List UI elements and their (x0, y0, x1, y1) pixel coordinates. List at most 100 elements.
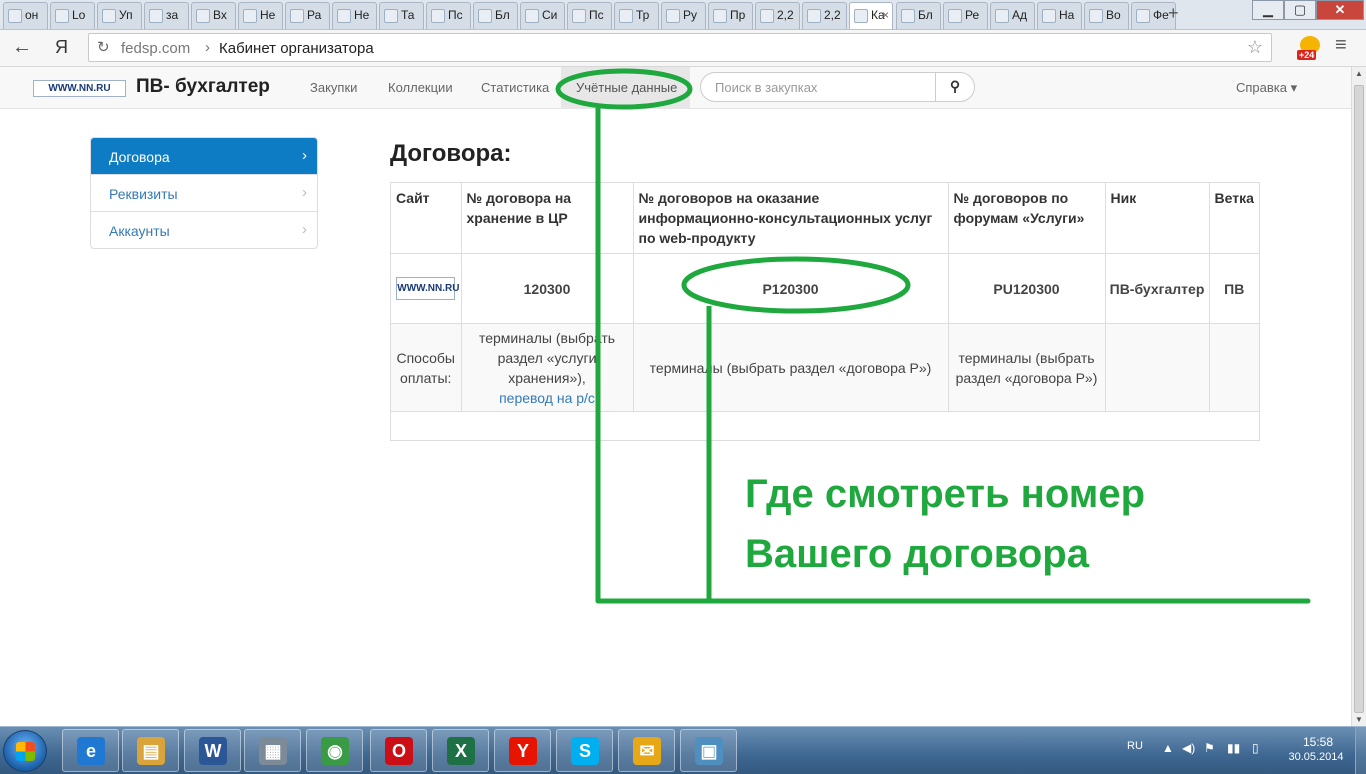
sidebar-item-requisites[interactable]: Реквизиты › (91, 174, 317, 211)
clock-date[interactable]: 30.05.2014 (1282, 751, 1350, 763)
browser-tab[interactable]: Lo (50, 2, 95, 29)
flag-icon[interactable]: ⚑ (1204, 741, 1215, 755)
storage-contract-number[interactable]: 120300 (461, 253, 634, 324)
close-window-button[interactable]: ✕ (1316, 0, 1364, 20)
browser-tab[interactable]: Бл (473, 2, 518, 29)
nick-cell[interactable]: ПВ-бухгалтер (1105, 253, 1210, 324)
nav-link-statistics[interactable]: Статистика (481, 80, 549, 95)
browser-tab-label: за (166, 8, 179, 22)
bookmark-star-icon[interactable]: ☆ (1247, 37, 1263, 58)
scroll-thumb[interactable] (1354, 85, 1364, 713)
taskbar-app-button[interactable]: ▦ (244, 729, 301, 772)
close-tab-icon[interactable]: × (882, 3, 889, 28)
tray-chevron-icon[interactable]: ▲ (1162, 741, 1174, 755)
taskbar-app-button[interactable]: W (184, 729, 241, 772)
browser-tab-label: Ру (683, 8, 698, 22)
browser-tab[interactable]: Уп (97, 2, 142, 29)
browser-tab[interactable]: На (1037, 2, 1082, 29)
omnibox[interactable]: ↻ fedsp.com › Кабинет организатора ☆ (88, 33, 1272, 62)
cart-icon (102, 9, 116, 23)
maximize-button[interactable]: ▢ (1284, 0, 1316, 20)
taskbar-app-button[interactable]: ✉ (618, 729, 675, 772)
service-contract-number[interactable]: P120300 (633, 253, 949, 324)
new-tab-button[interactable]: + (1168, 3, 1179, 24)
language-indicator[interactable]: RU (1127, 740, 1143, 752)
browser-tab[interactable]: Ра (285, 2, 330, 29)
browser-tab[interactable]: он (3, 2, 48, 29)
nav-link-account-data[interactable]: Учётные данные (576, 80, 677, 95)
taskbar-app-button[interactable]: e (62, 729, 119, 772)
picture-viewer-icon: ▣ (695, 737, 723, 765)
help-dropdown[interactable]: Справка ▾ (1236, 80, 1297, 96)
yandex-button[interactable]: Я (55, 37, 68, 58)
taskbar-app-button[interactable]: S (556, 729, 613, 772)
column-header-forum-no: № договоров по форумам «Услуги» (948, 183, 1106, 254)
start-button[interactable] (3, 730, 47, 772)
page-icon (995, 9, 1009, 23)
browser-tab[interactable]: Ру (661, 2, 706, 29)
browser-tab[interactable]: Бл (896, 2, 941, 29)
taskbar-app-button[interactable]: Y (494, 729, 551, 772)
browser-tab[interactable]: Ре (943, 2, 988, 29)
nav-link-purchases[interactable]: Закупки (310, 80, 357, 95)
taskbar-app-button[interactable]: O (370, 729, 427, 772)
empty-cell (1105, 323, 1210, 412)
bank-transfer-link[interactable]: перевод на р/с (499, 390, 595, 406)
browser-tab[interactable]: Во (1084, 2, 1129, 29)
sidebar-item-contracts[interactable]: Договора › (91, 138, 317, 174)
storage-payment-cell: терминалы (выбрать раздел «услуги хранен… (461, 323, 634, 412)
browser-tab-label: Бл (495, 8, 510, 22)
browser-tab[interactable]: Не (332, 2, 377, 29)
taskbar-app-button[interactable]: X (432, 729, 489, 772)
minimize-button[interactable]: ▁ (1252, 0, 1284, 20)
site-logo[interactable]: WWW.NN.RU (33, 80, 126, 97)
back-arrow-icon[interactable]: ← (12, 36, 32, 59)
browser-tab[interactable]: за (144, 2, 189, 29)
sidebar-item-accounts[interactable]: Аккаунты › (91, 211, 317, 248)
browser-tab[interactable]: Ка × (849, 2, 893, 29)
browser-tab[interactable]: Вх (191, 2, 236, 29)
taskbar-app-button[interactable]: ▤ (122, 729, 179, 772)
sidebar-item-label: Аккаунты (109, 223, 170, 239)
nav-link-collections[interactable]: Коллекции (388, 80, 453, 95)
browser-tab[interactable]: Пр (708, 2, 753, 29)
browser-tab[interactable]: Тр (614, 2, 659, 29)
page-title: Договора: (390, 140, 512, 167)
clock-time[interactable]: 15:58 (1298, 735, 1338, 749)
browser-tab[interactable]: Ад (990, 2, 1035, 29)
site-navbar: WWW.NN.RU ПВ- бухгалтер Закупки Коллекци… (0, 67, 1351, 109)
search-button[interactable]: ⚲ (935, 72, 975, 102)
browser-tab[interactable]: Пс (567, 2, 612, 29)
browser-tab-label: Тр (636, 8, 650, 22)
spreadsheet-icon (243, 9, 257, 23)
forum-contract-number[interactable]: PU120300 (948, 253, 1106, 324)
browser-tab[interactable]: Си (520, 2, 565, 29)
site-brand[interactable]: ПВ- бухгалтер (136, 76, 270, 98)
weather-extension-icon[interactable]: +24 (1297, 36, 1323, 62)
search-input[interactable] (700, 72, 936, 102)
chevron-right-icon: › (302, 221, 307, 238)
table-row: WWW.NN.RU 120300 P120300 PU120300 ПВ-бух… (391, 253, 1259, 324)
battery-icon[interactable]: ▯ (1252, 741, 1259, 755)
browser-tab[interactable]: Не (238, 2, 283, 29)
spreadsheet-icon (290, 9, 304, 23)
sidebar: Договора › Реквизиты › Аккаунты › (90, 137, 318, 249)
volume-icon[interactable]: ◀) (1182, 741, 1195, 755)
taskbar-app-button[interactable]: ◉ (306, 729, 363, 772)
network-icon[interactable]: ▮▮ (1227, 741, 1240, 755)
scroll-up-arrow-icon[interactable]: ▲ (1352, 69, 1366, 78)
scroll-down-arrow-icon[interactable]: ▼ (1352, 715, 1366, 724)
page-icon (807, 9, 821, 23)
browser-tab[interactable]: Та (379, 2, 424, 29)
explorer-icon: ▤ (137, 737, 165, 765)
browser-tab[interactable]: 2,2 (802, 2, 847, 29)
reload-icon[interactable]: ↻ (97, 38, 110, 56)
page-scrollbar[interactable]: ▲ ▼ (1351, 67, 1366, 726)
taskbar-app-button[interactable]: ▣ (680, 729, 737, 772)
spreadsheet-icon (384, 9, 398, 23)
browser-tab[interactable]: 2,2 (755, 2, 800, 29)
browser-tab[interactable]: Пс (426, 2, 471, 29)
show-desktop-button[interactable] (1355, 727, 1366, 774)
penguin-icon (55, 9, 69, 23)
browser-menu-icon[interactable]: ≡ (1335, 34, 1347, 57)
